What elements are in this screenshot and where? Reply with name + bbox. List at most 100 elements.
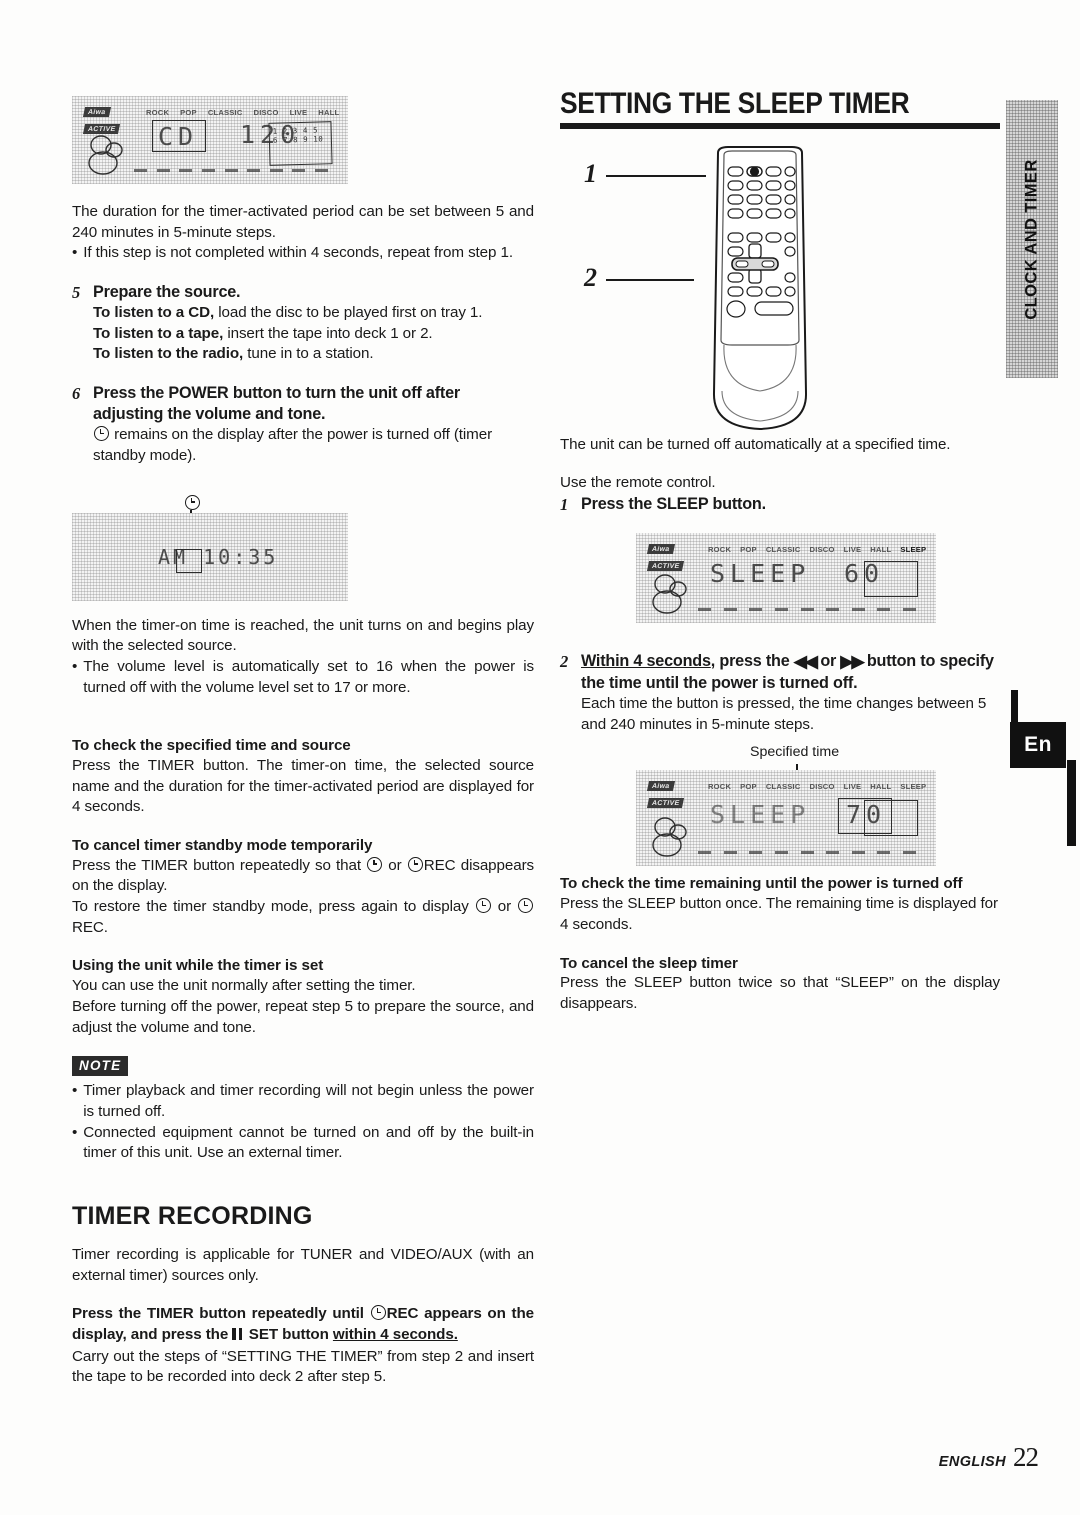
use-remote-line: Use the remote control. [560,474,716,492]
callout-clock-icon-wrap [184,494,200,510]
step-6-title: Press the POWER button to turn the unit … [93,384,460,424]
lcd-indicator: HALL [870,544,892,554]
lcd-brand-bottom: ACTIVE [82,124,121,134]
lcd-indicator: POP [180,108,197,117]
step-1-number: 1 [560,494,569,514]
page-title: SETTING THE SLEEP TIMER [560,87,910,120]
speaker-icon [88,135,123,175]
cancel-standby-e: or [491,898,517,916]
step-6-body: remains on the display after the power i… [93,425,534,466]
lcd-indicator: CLASSIC [207,108,243,117]
bullet-dot: • [72,1123,78,1141]
body-cancel-standby-1: Press the TIMER button repeatedly so tha… [72,856,534,897]
heading-timer-recording: TIMER RECORDING [72,1201,313,1230]
step-5-radio-rest: tune in to a station. [243,345,374,363]
timer-duration-intro: The duration for the timer-activated per… [72,203,534,241]
manual-page: Aiwa ACTIVE ROCK POP CLASSIC DISCO LIVE … [0,0,1080,1515]
body-check-specified-time: Press the TIMER button. The timer-on tim… [72,757,534,816]
timer-on-description: When the timer-on time is reached, the u… [72,616,534,655]
lcd-display-cd-120: Aiwa ACTIVE ROCK POP CLASSIC DISCO LIVE … [72,96,348,184]
lcd-level-ticks [134,169,328,172]
rewind-icon: ◀◀ [793,651,818,671]
heading-check-specified-time: To check the specified time and source [72,737,351,755]
lcd-brand-top: Aiwa [646,781,675,792]
lcd-brand-top: Aiwa [646,543,675,554]
step-5-line-tape: To listen to a tape, insert the tape int… [93,324,534,345]
lcd-indicator: ROCK [146,108,170,117]
step-5: 5 Prepare the source. To listen to a CD,… [72,282,534,365]
lcd-indicator: DISCO [253,108,279,117]
cancel-standby-f: REC. [72,918,108,936]
side-tab-label: CLOCK AND TIMER [1022,158,1041,320]
tr-bold-a: Press the TIMER button repeatedly until [72,1305,370,1323]
heading-cancel-standby: To cancel timer standby mode temporarily [72,837,373,855]
tr-bold-d: within 4 seconds. [332,1325,458,1343]
footer-page-number: 22 [1013,1442,1039,1472]
lcd-display-clock: AM 10:35 [72,512,348,601]
left-column: Aiwa ACTIVE ROCK POP CLASSIC DISCO LIVE … [72,96,534,1388]
lcd-display-4-wrap: Specified time Aiwa ACTIVE ROCK POP CLAS… [560,744,1000,874]
lcd-display-sleep-60: Aiwa ACTIVE ROCK POP CLASSIC DISCO LIVE … [636,532,936,623]
step-2-body: Each time the button is pressed, the tim… [581,695,987,733]
body-cancel-standby-2: To restore the timer standby mode, press… [72,897,534,938]
remote-sleep-button-marker [749,166,760,176]
lcd-indicator: CLASSIC [765,782,801,792]
body-timer-recording: Carry out the steps of “SETTING THE TIME… [72,1347,534,1386]
footer: ENGLISH 22 [938,1442,1039,1473]
sleep-timer-intro: The unit can be turned off automatically… [560,435,951,453]
cancel-standby-b: or [383,856,407,874]
lcd-brand-top: Aiwa [82,107,111,117]
bullet-text: If this step is not completed within 4 s… [83,244,513,262]
clock-icon [518,898,533,914]
step-2-title-underlined: Within 4 seconds [581,651,711,670]
step-5-line-radio: To listen to the radio, tune in to a sta… [93,344,534,365]
fast-forward-icon: ▶▶ [840,651,864,671]
lcd-indicator: HALL [318,108,340,117]
step-5-number: 5 [72,283,81,303]
lcd-indicator-sleep: SLEEP [900,544,927,554]
lcd-track-indicator-box [864,800,918,837]
speaker-icon [652,817,687,858]
right-column: SETTING THE SLEEP TIMER 1 2 The unit can… [560,88,1000,1015]
lcd-display-2-wrap: AM 10:35 [72,494,534,607]
lcd-indicator: HALL [870,782,892,792]
note-bullet: • Connected equipment cannot be turned o… [72,1123,534,1164]
heading-using-unit: Using the unit while the timer is set [72,957,324,975]
bullet-text: The volume level is automatically set to… [83,657,534,696]
step-2-title: Within 4 seconds, press the ◀◀ or ▶▶ but… [581,651,1000,694]
tr-bold-c: SET button [244,1325,333,1343]
footer-language: ENGLISH [938,1454,1006,1470]
body-cancel-sleep: Press the SLEEP button twice so that “SL… [560,974,1000,1012]
lcd-indicator: CLASSIC [765,544,801,554]
lcd-sleep-text: SLEEP [710,800,811,830]
step-5-line-cd: To listen to a CD, load the disc to be p… [93,303,534,324]
edge-bar-mark [1067,760,1076,846]
step-6-number: 6 [72,384,81,404]
clock-icon [407,856,423,872]
volume-level-bullet: • The volume level is automatically set … [72,657,534,698]
language-badge: En [1010,722,1066,768]
lcd-indicator: DISCO [809,782,835,792]
lcd-indicator: LIVE [289,108,308,117]
step-5-title: Prepare the source. [93,283,241,302]
step-5-tape-rest: insert the tape into deck 1 or 2. [223,324,433,342]
lcd-track-indicator-box [864,560,918,597]
timer-duration-bullet: • If this step is not completed within 4… [72,243,534,264]
body-using-unit-1: You can use the unit normally after sett… [72,977,416,995]
heading-cancel-sleep: To cancel the sleep timer [560,954,738,972]
lcd-indicator-row: ROCK POP CLASSIC DISCO LIVE HALL SLEEP [708,782,928,791]
lcd-source-box [152,120,206,152]
bullet-dot: • [72,1082,78,1100]
side-tab-clock-and-timer: CLOCK AND TIMER [1006,100,1058,378]
bullet-dot: • [72,244,78,262]
pause-icon [232,1326,244,1347]
lcd-sleep-text: SLEEP [710,558,811,588]
step-5-cd-rest: load the disc to be played first on tray… [214,304,483,322]
step-1-title: Press the SLEEP button. [581,494,766,513]
bullet-text: Timer playback and timer recording will … [83,1082,534,1120]
clock-icon [370,1305,386,1321]
lcd-display-sleep-70: Aiwa ACTIVE ROCK POP CLASSIC DISCO LIVE … [636,770,936,867]
lcd-track-row-2: 6 7 8 9 10 [272,134,324,145]
lcd-clock-indicator-box [176,548,202,573]
lcd-indicator: DISCO [809,544,835,554]
